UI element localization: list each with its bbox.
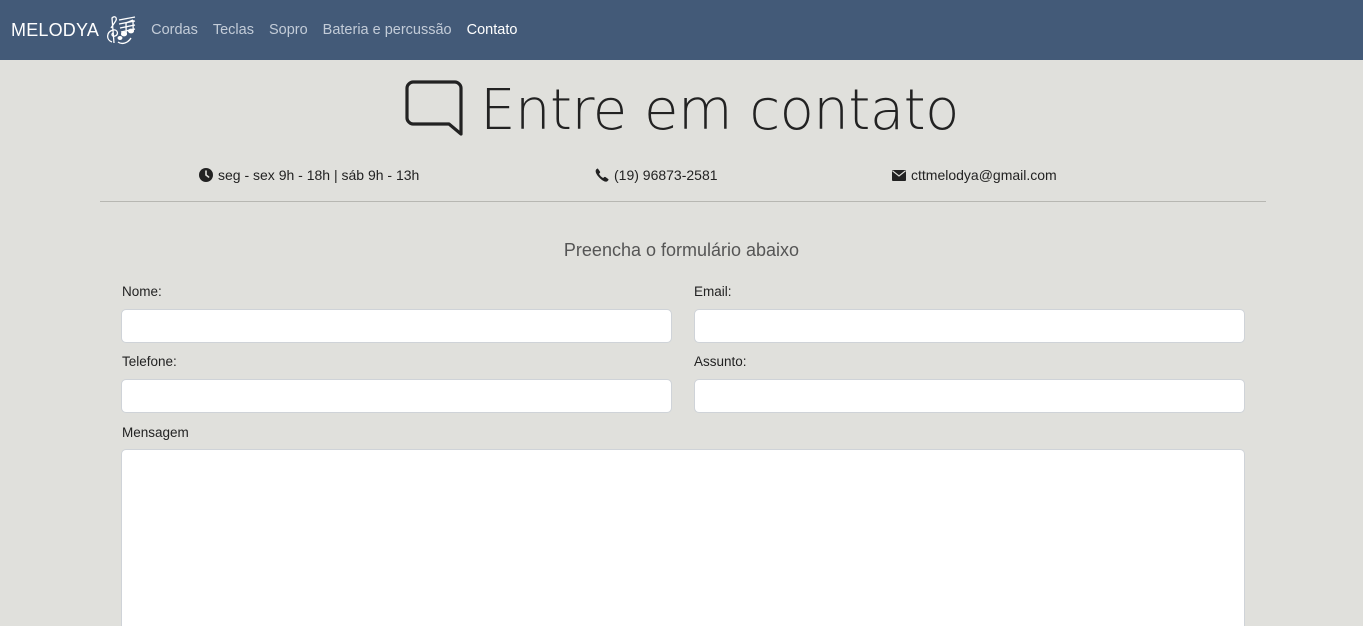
telefone-label: Telefone: (122, 354, 177, 369)
brand-logo[interactable]: MELODYA (11, 12, 138, 48)
nav-links: Cordas Teclas Sopro Bateria e percussão … (151, 22, 532, 38)
assunto-input[interactable] (694, 379, 1245, 413)
brand-name: MELODYA (11, 19, 100, 40)
telefone-input[interactable] (121, 379, 672, 413)
nav-link-teclas[interactable]: Teclas (213, 22, 254, 38)
chat-bubble-icon (404, 79, 464, 142)
assunto-label: Assunto: (694, 354, 747, 369)
page-title: Entre em contato (480, 78, 959, 143)
nav-link-contato[interactable]: Contato (467, 22, 518, 38)
email-label: Email: (694, 284, 732, 299)
nav-link-sopro[interactable]: Sopro (269, 22, 308, 38)
mensagem-textarea[interactable] (121, 449, 1245, 626)
mensagem-label: Mensagem (122, 425, 189, 440)
nav-link-cordas[interactable]: Cordas (151, 22, 198, 38)
nav-link-bateria-e-percussao[interactable]: Bateria e percussão (323, 22, 452, 38)
page-header: Entre em contato (0, 78, 1363, 143)
email-input[interactable] (694, 309, 1245, 343)
phone-text: (19) 96873-2581 (614, 167, 718, 183)
business-hours: seg - sex 9h - 18h | sáb 9h - 13h (199, 167, 419, 183)
email-text: cttmelodya@gmail.com (911, 167, 1057, 183)
envelope-icon (892, 169, 906, 181)
section-divider (100, 201, 1266, 202)
nome-input[interactable] (121, 309, 672, 343)
phone-icon (595, 168, 609, 182)
nome-label: Nome: (122, 284, 162, 299)
clock-icon (199, 168, 213, 182)
business-hours-text: seg - sex 9h - 18h | sáb 9h - 13h (218, 167, 420, 183)
contact-phone: (19) 96873-2581 (595, 167, 718, 183)
form-subtitle: Preencha o formulário abaixo (563, 240, 800, 260)
music-notes-icon (102, 12, 138, 48)
navbar: MELODYA Cordas Teclas Sopro Bateria e pe… (0, 0, 1363, 60)
contact-email: cttmelodya@gmail.com (892, 167, 1057, 183)
